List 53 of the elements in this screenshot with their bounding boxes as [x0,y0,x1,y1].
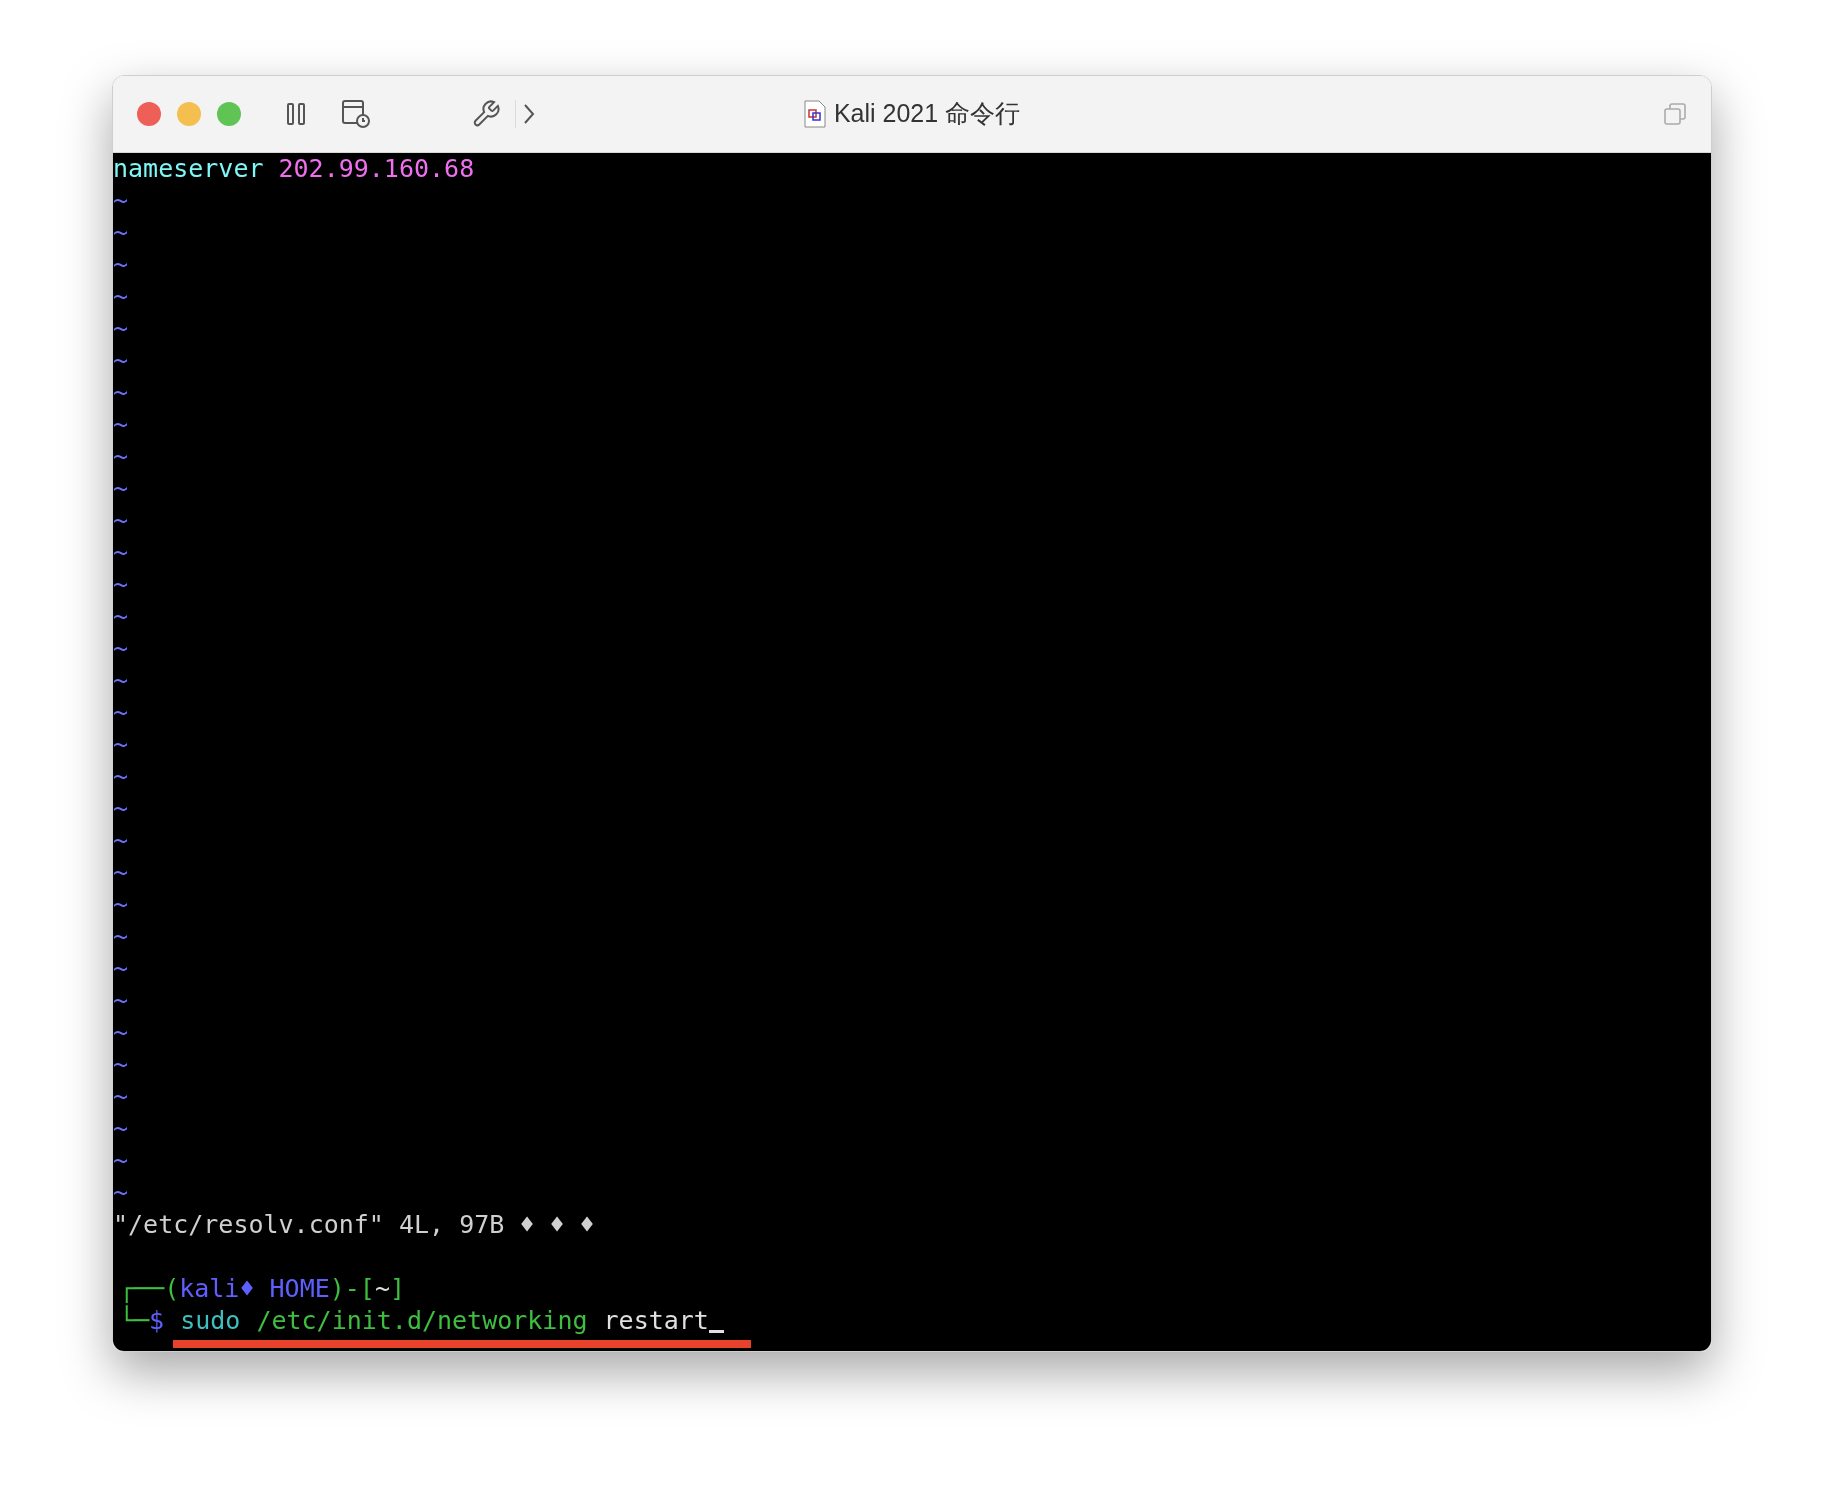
prompt-text: restart [603,1305,709,1337]
empty-line-tilde: ~ [113,409,129,441]
wrench-icon[interactable] [471,99,501,129]
empty-line-tilde: ~ [113,1113,129,1145]
empty-line-tilde: ~ [113,1145,129,1177]
prompt-text: ] [389,1273,405,1305]
empty-line-tilde: ~ [113,953,129,985]
prompt-text: └─ [119,1305,150,1337]
empty-line-tilde: ~ [113,793,129,825]
config-value: 202.99.160.68 [278,153,475,185]
empty-line-tilde: ~ [113,761,129,793]
empty-line-tilde: ~ [113,889,129,921]
empty-line-tilde: ~ [113,1049,129,1081]
empty-line-tilde: ~ [113,697,129,729]
empty-line-tilde: ~ [113,1177,129,1209]
empty-line-tilde: ~ [113,569,129,601]
empty-line-tilde: ~ [113,857,129,889]
document-icon [803,100,826,128]
prompt-text: ┌──( [119,1273,180,1305]
empty-line-tilde: ~ [113,217,129,249]
config-key: nameserver [113,153,264,185]
empty-line-tilde: ~ [113,1017,129,1049]
empty-line-tilde: ~ [113,729,129,761]
text-cursor [708,1330,724,1333]
prompt-text: ~ [374,1273,390,1305]
status-message: "/etc/resolv.conf" 4L, 97B ♦ ♦ ♦ [113,1209,595,1241]
prompt-text: sudo [180,1305,241,1337]
empty-line-tilde: ~ [113,633,129,665]
empty-line-tilde: ~ [113,281,129,313]
prompt-text: $ [149,1306,165,1337]
empty-line-tilde: ~ [113,505,129,537]
empty-line-tilde: ~ [113,921,129,953]
empty-line-tilde: ~ [113,345,129,377]
empty-line-tilde: ~ [113,601,129,633]
empty-line-tilde: ~ [113,441,129,473]
empty-line-tilde: ~ [113,313,129,345]
empty-line-tilde: ~ [113,537,129,569]
empty-line-tilde: ~ [113,985,129,1017]
prompt-text: kali♦ HOME [179,1273,330,1305]
close-button[interactable] [137,102,161,126]
empty-line-tilde: ~ [113,825,129,857]
chevron-right-icon[interactable] [522,102,536,126]
pause-icon[interactable] [285,102,307,126]
window-title: Kali 2021 命令行 [833,98,1021,130]
empty-line-tilde: ~ [113,1081,129,1113]
snapshot-icon[interactable] [341,99,371,129]
empty-line-tilde: ~ [113,665,129,697]
empty-line-tilde: ~ [113,185,129,217]
empty-line-tilde: ~ [113,249,129,281]
empty-line-tilde: ~ [113,377,129,409]
prompt-text: /etc/init.d/networking [256,1305,588,1337]
empty-line-tilde: ~ [113,473,129,505]
prompt-text: )-[ [329,1273,375,1305]
